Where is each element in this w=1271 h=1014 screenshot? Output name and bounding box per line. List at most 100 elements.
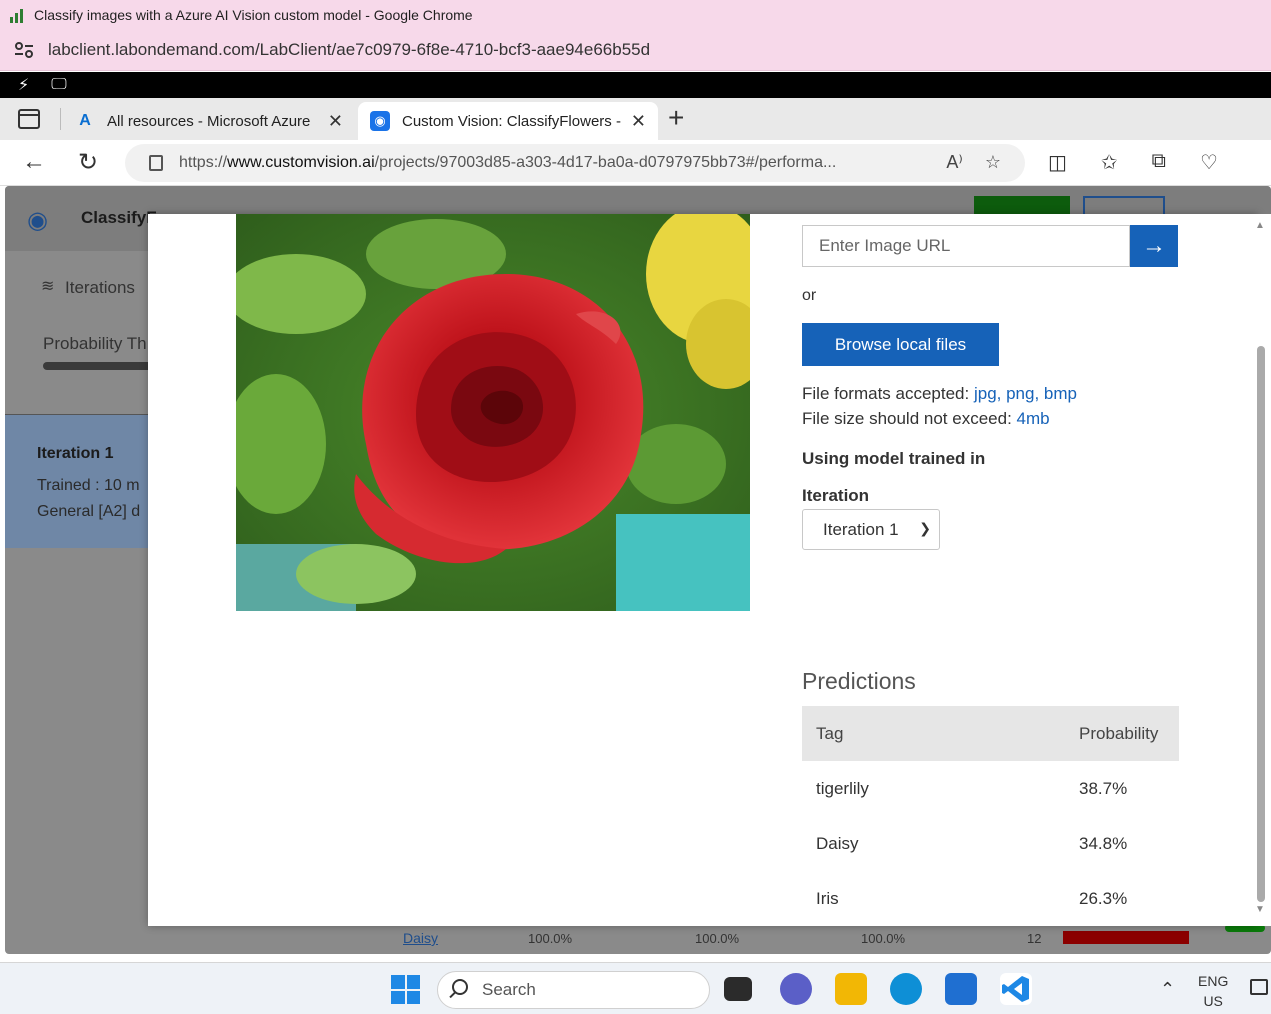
file-explorer-icon[interactable] [835,973,867,1005]
edge-browser-icon[interactable] [890,973,922,1005]
table-row: tigerlily 38.7% [802,761,1179,816]
close-icon[interactable]: ✕ [328,111,343,132]
tag-ap: 100.0% [861,931,906,946]
model-heading: Using model trained in [802,449,986,468]
iteration-trained-time: Trained : 10 m [37,477,140,494]
url-host: www.customvision.ai [227,154,375,171]
search-icon [452,979,468,995]
window-title: Classify images with a Azure AI Vision c… [34,7,473,23]
tab-actions-icon[interactable] [18,109,40,129]
tag-image-count: 12 [1027,931,1042,946]
iteration-domain: General [A2] d [37,503,141,520]
tag-recall: 100.0% [695,931,740,946]
read-aloud-icon[interactable]: A⁾ [946,152,962,173]
table-header-row: Tag Probability [802,706,1179,761]
browse-local-files-button[interactable]: Browse local files [802,323,999,366]
predictions-title: Predictions [802,668,916,694]
lightning-icon[interactable]: ⚡ [18,75,29,95]
dialog-scrollbar[interactable]: ▲ ▼ [1250,214,1271,926]
tag-link-daisy: Daisy [403,930,439,946]
tag-column-header: Tag [802,706,1059,761]
chrome-title-bar: Classify images with a Azure AI Vision c… [0,0,1271,30]
submit-url-button[interactable]: → [1130,225,1178,267]
site-settings-icon[interactable] [12,38,36,62]
file-formats-prefix: File formats accepted: [802,384,974,403]
probability-slider [43,362,153,370]
chrome-address-bar[interactable]: labclient.labondemand.com/LabClient/ae7c… [0,30,1271,71]
new-tab-icon[interactable]: + [668,104,684,132]
display-icon[interactable] [1250,979,1268,995]
back-arrow-icon[interactable]: ← [22,148,46,176]
prediction-probability: 34.8% [1079,833,1128,853]
microsoft-store-icon[interactable] [945,973,977,1005]
azure-icon: A [79,112,91,129]
image-url-input[interactable] [802,225,1130,267]
split-screen-icon[interactable]: ◫ [1048,150,1067,175]
chevron-down-icon: ❯ [919,520,931,536]
prediction-tag: Iris [816,888,839,908]
scroll-down-icon[interactable]: ▼ [1255,904,1265,915]
arrow-right-icon: → [1142,232,1166,259]
custom-vision-icon: ◉ [370,111,390,131]
edge-tab-strip: A All resources - Microsoft Azure ✕ ◉ Cu… [0,98,1271,140]
close-icon[interactable]: ✕ [631,111,646,132]
iteration-card-title: Iteration 1 [37,445,114,462]
lock-icon[interactable] [149,155,163,171]
file-formats-list: jpg, png, bmp [973,384,1077,403]
rose-image [236,214,750,611]
tab-label: All resources - Microsoft Azure [107,112,311,130]
iteration-card: Iteration 1 Trained : 10 m General [A2] … [5,414,155,548]
vscode-icon[interactable] [1000,973,1032,1005]
teams-chat-icon[interactable] [780,973,812,1005]
predictions-table: Tag Probability tigerlily 38.7% Daisy 34… [802,706,1179,926]
file-size-prefix: File size should not exceed: [802,409,1017,428]
task-view-icon[interactable] [724,977,752,1001]
lab-url-text[interactable]: labclient.labondemand.com/LabClient/ae7c… [48,40,650,60]
probability-threshold-label: Probability Th [43,334,147,353]
tab-divider [60,108,61,130]
region-code: US [1203,993,1223,1009]
edge-toolbar: ◫ ✩ ⧉ ♡ [1048,150,1218,175]
test-image-preview [236,214,750,611]
scroll-thumb[interactable] [1257,346,1265,902]
lab-toolbar: ⚡ 🖵 [0,72,1271,98]
url-path: /projects/97003d85-a303-4d17-ba0a-d07979… [374,154,837,171]
quick-test-dialog: → or Browse local files File formats acc… [148,214,1258,926]
iterations-label: Iterations [65,278,135,297]
table-row: Daisy 34.8% [802,816,1179,871]
prediction-probability: 38.7% [1079,778,1128,798]
scroll-up-icon[interactable]: ▲ [1255,220,1265,231]
prediction-probability: 26.3% [1079,888,1128,908]
table-row: Iris 26.3% [802,871,1179,926]
favorite-star-icon[interactable]: ☆ [985,152,1001,173]
url-scheme: https:// [179,154,228,171]
tag-precision: 100.0% [528,931,573,946]
windows-taskbar: Search ⌃ ENG US [0,962,1271,1014]
monitor-icon[interactable]: 🖵 [51,76,66,94]
or-separator: or [802,287,817,304]
favorites-icon[interactable]: ✩ [1101,150,1118,175]
browser-essentials-icon[interactable]: ♡ [1200,150,1218,175]
iteration-select[interactable]: Iteration 1 ❯ [802,509,940,550]
prediction-tag: tigerlily [816,778,869,798]
image-count-bar [1063,931,1189,944]
chevron-up-icon[interactable]: ⌃ [1160,979,1175,1000]
probability-column-header: Probability [1059,706,1179,761]
tab-custom-vision[interactable]: ◉ Custom Vision: ClassifyFlowers - ✕ [358,102,658,140]
url-bar[interactable]: https://www.customvision.ai/projects/970… [125,144,1025,182]
collections-icon[interactable]: ⧉ [1152,150,1166,175]
refresh-icon[interactable]: ↻ [78,148,98,177]
tab-label: Custom Vision: ClassifyFlowers - [402,112,621,130]
taskbar-search[interactable]: Search [437,971,710,1009]
iteration-label: Iteration [802,486,870,505]
windows-start-icon[interactable] [391,975,420,1004]
file-size-info: File size should not exceed: 4mb [802,409,1050,429]
language-code: ENG [1198,973,1229,989]
tab-azure-resources[interactable]: A All resources - Microsoft Azure ✕ [70,102,355,140]
language-indicator[interactable]: ENG US [1198,971,1228,1011]
iteration-select-value: Iteration 1 [823,519,899,539]
project-name: ClassifyF [81,208,157,227]
eye-logo-icon: ◉ [27,207,48,234]
taskbar-search-label: Search [482,980,536,999]
prediction-tag: Daisy [816,833,859,853]
